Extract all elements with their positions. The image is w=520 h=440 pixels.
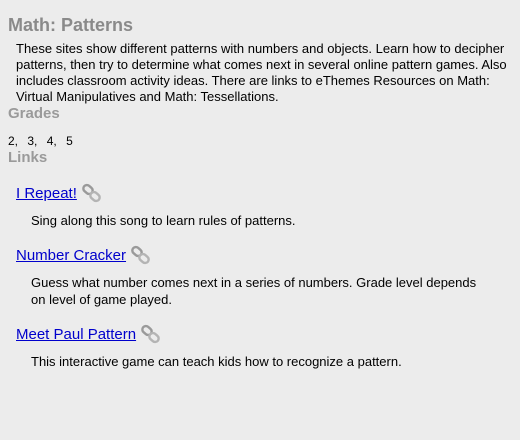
- link-list: I Repeat! Sing along this song to learn …: [8, 179, 512, 370]
- link-i-repeat[interactable]: I Repeat!: [16, 185, 77, 203]
- chain-link-icon[interactable]: [81, 183, 103, 205]
- link-row: Number Cracker: [16, 241, 512, 265]
- grade-value: 4,: [46, 134, 57, 148]
- grade-value: 3,: [27, 134, 38, 148]
- grade-value: 5: [66, 134, 73, 148]
- link-row: Meet Paul Pattern: [16, 320, 512, 344]
- grade-value: 2,: [8, 134, 19, 148]
- link-item: I Repeat! Sing along this song to learn …: [16, 179, 512, 229]
- link-meet-paul-pattern[interactable]: Meet Paul Pattern: [16, 326, 136, 344]
- link-description: This interactive game can teach kids how…: [31, 354, 402, 369]
- grades-list: 2, 3, 4, 5: [8, 133, 512, 149]
- page-description: These sites show different patterns with…: [16, 41, 507, 104]
- grades-heading: Grades: [8, 105, 60, 122]
- page-title: Math: Patterns: [8, 15, 134, 35]
- page: Math: Patterns These sites show differen…: [0, 0, 520, 440]
- chain-link-icon[interactable]: [130, 245, 152, 267]
- link-description: Sing along this song to learn rules of p…: [31, 213, 296, 228]
- chain-link-icon[interactable]: [140, 324, 162, 346]
- links-heading: Links: [8, 149, 48, 166]
- link-description: Guess what number comes next in a series…: [31, 275, 477, 307]
- link-item: Meet Paul Pattern This interactive game …: [16, 320, 512, 370]
- link-item: Number Cracker Guess what number comes n…: [16, 241, 512, 308]
- link-row: I Repeat!: [16, 179, 512, 203]
- link-number-cracker[interactable]: Number Cracker: [16, 247, 126, 265]
